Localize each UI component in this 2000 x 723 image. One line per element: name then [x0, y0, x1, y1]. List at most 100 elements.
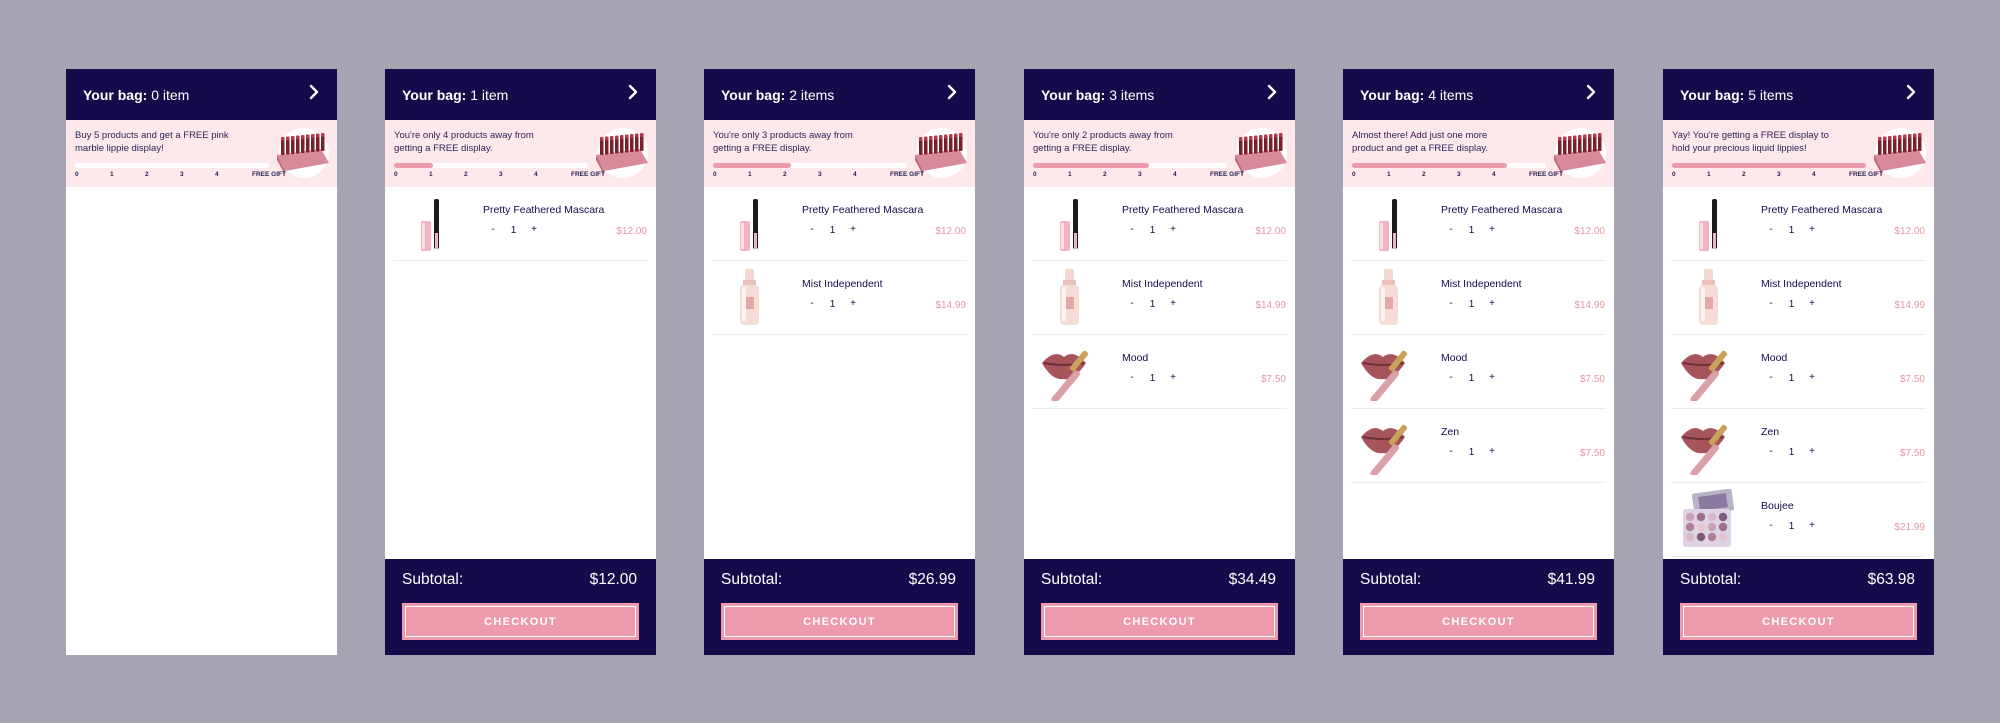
bag-header[interactable]: Your bag: 0 item	[66, 69, 337, 120]
increase-qty-button[interactable]: +	[1163, 371, 1183, 385]
product-name[interactable]: Mood	[1441, 352, 1467, 364]
cart-footer: Subtotal: $12.00 CHECKOUT	[385, 559, 656, 655]
quantity-stepper[interactable]: -1 +	[1761, 371, 1822, 385]
chevron-right-icon[interactable]	[945, 84, 959, 105]
decrease-qty-button[interactable]: -	[483, 223, 503, 237]
checkout-button[interactable]: CHECKOUT	[1041, 603, 1278, 640]
quantity-stepper[interactable]: -1 +	[1761, 297, 1822, 311]
product-name[interactable]: Boujee	[1761, 500, 1794, 512]
chevron-right-icon[interactable]	[307, 84, 321, 105]
increase-qty-button[interactable]: +	[524, 223, 544, 237]
product-name[interactable]: Mist Independent	[1441, 278, 1522, 290]
decrease-qty-button[interactable]: -	[1441, 445, 1461, 459]
increase-qty-button[interactable]: +	[1802, 371, 1822, 385]
product-name[interactable]: Mist Independent	[802, 278, 883, 290]
quantity-stepper[interactable]: -1 +	[1761, 445, 1822, 459]
product-price: $14.99	[1574, 300, 1605, 311]
bag-header[interactable]: Your bag: 3 items	[1024, 69, 1295, 120]
product-name[interactable]: Pretty Feathered Mascara	[1441, 204, 1562, 216]
bag-title: Your bag: 3 items	[1041, 87, 1265, 103]
increase-qty-button[interactable]: +	[1163, 297, 1183, 311]
quantity-stepper[interactable]: -1 +	[802, 297, 863, 311]
increase-qty-button[interactable]: +	[843, 297, 863, 311]
decrease-qty-button[interactable]: -	[1122, 297, 1142, 311]
increase-qty-button[interactable]: +	[1482, 223, 1502, 237]
decrease-qty-button[interactable]: -	[1122, 223, 1142, 237]
bag-header[interactable]: Your bag: 5 items	[1663, 69, 1934, 120]
quantity-stepper[interactable]: -1 +	[1441, 297, 1502, 311]
increase-qty-button[interactable]: +	[843, 223, 863, 237]
bag-header[interactable]: Your bag: 4 items	[1343, 69, 1614, 120]
quantity-value: 1	[1468, 446, 1475, 458]
subtotal-value: $41.99	[1547, 571, 1595, 588]
product-name[interactable]: Pretty Feathered Mascara	[1122, 204, 1243, 216]
quantity-stepper[interactable]: -1 +	[1441, 223, 1502, 237]
increase-qty-button[interactable]: +	[1802, 519, 1822, 533]
decrease-qty-button[interactable]: -	[1441, 297, 1461, 311]
decrease-qty-button[interactable]: -	[1441, 371, 1461, 385]
decrease-qty-button[interactable]: -	[1761, 445, 1781, 459]
cart-panel: Your bag: 4 items Almost there! Add just …	[1343, 69, 1614, 655]
checkout-button[interactable]: CHECKOUT	[1680, 603, 1917, 640]
mascara-icon	[1679, 193, 1739, 253]
product-name[interactable]: Mood	[1761, 352, 1787, 364]
progress-track	[75, 163, 269, 168]
product-name[interactable]: Mist Independent	[1761, 278, 1842, 290]
increase-qty-button[interactable]: +	[1802, 297, 1822, 311]
bag-header[interactable]: Your bag: 1 item	[385, 69, 656, 120]
quantity-stepper[interactable]: -1 +	[1441, 445, 1502, 459]
progress-tick-label: 0	[713, 171, 717, 178]
product-name[interactable]: Pretty Feathered Mascara	[1761, 204, 1882, 216]
decrease-qty-button[interactable]: -	[1761, 297, 1781, 311]
quantity-stepper[interactable]: -1 +	[1122, 371, 1183, 385]
increase-qty-button[interactable]: +	[1482, 371, 1502, 385]
product-name[interactable]: Mood	[1122, 352, 1148, 364]
increase-qty-button[interactable]: +	[1163, 223, 1183, 237]
product-name[interactable]: Zen	[1441, 426, 1459, 438]
quantity-stepper[interactable]: -1 +	[1761, 223, 1822, 237]
product-name[interactable]: Pretty Feathered Mascara	[802, 204, 923, 216]
progress-tick-label: 1	[429, 171, 433, 178]
free-gift-banner: Yay! You're getting a FREE display to ho…	[1663, 120, 1934, 187]
chevron-right-icon[interactable]	[1904, 84, 1918, 105]
decrease-qty-button[interactable]: -	[1441, 223, 1461, 237]
quantity-stepper[interactable]: -1 +	[1441, 371, 1502, 385]
lips-gloss-icon	[1359, 415, 1419, 478]
product-name[interactable]: Mist Independent	[1122, 278, 1203, 290]
quantity-stepper[interactable]: -1 +	[802, 223, 863, 237]
decrease-qty-button[interactable]: -	[802, 223, 822, 237]
quantity-stepper[interactable]: -1 +	[483, 223, 544, 237]
decrease-qty-button[interactable]: -	[1761, 371, 1781, 385]
quantity-stepper[interactable]: -1 +	[1122, 223, 1183, 237]
product-price: $7.50	[1899, 374, 1925, 385]
progress-tick-labels: 0 1 2 3 4 FREE GIFT	[1352, 171, 1563, 181]
quantity-value: 1	[1149, 298, 1156, 310]
decrease-qty-button[interactable]: -	[1761, 223, 1781, 237]
product-price: $14.99	[1255, 300, 1286, 311]
decrease-qty-button[interactable]: -	[1122, 371, 1142, 385]
progress-tick-label: 3	[1457, 171, 1461, 178]
checkout-button[interactable]: CHECKOUT	[1360, 603, 1597, 640]
progress-tick-label: 2	[783, 171, 787, 178]
increase-qty-button[interactable]: +	[1802, 223, 1822, 237]
increase-qty-button[interactable]: +	[1802, 445, 1822, 459]
chevron-right-icon[interactable]	[1584, 84, 1598, 105]
decrease-qty-button[interactable]: -	[802, 297, 822, 311]
increase-qty-button[interactable]: +	[1482, 445, 1502, 459]
cart-item: Mood -1 + $7.50	[1032, 335, 1287, 409]
quantity-stepper[interactable]: -1 +	[1122, 297, 1183, 311]
product-name[interactable]: Pretty Feathered Mascara	[483, 204, 604, 216]
quantity-stepper[interactable]: -1 +	[1761, 519, 1822, 533]
cart-item: Mist Independent -1 + $14.99	[1351, 261, 1606, 335]
product-name[interactable]: Zen	[1761, 426, 1779, 438]
lips-gloss-icon	[1679, 415, 1739, 478]
chevron-right-icon[interactable]	[1265, 84, 1279, 105]
checkout-button[interactable]: CHECKOUT	[402, 603, 639, 640]
decrease-qty-button[interactable]: -	[1761, 519, 1781, 533]
checkout-button[interactable]: CHECKOUT	[721, 603, 958, 640]
increase-qty-button[interactable]: +	[1482, 297, 1502, 311]
bag-header[interactable]: Your bag: 2 items	[704, 69, 975, 120]
cart-panel: Your bag: 5 items Yay! You're getting a F…	[1663, 69, 1934, 655]
chevron-right-icon[interactable]	[626, 84, 640, 105]
cart-footer: Subtotal: $63.98 CHECKOUT	[1663, 559, 1934, 655]
